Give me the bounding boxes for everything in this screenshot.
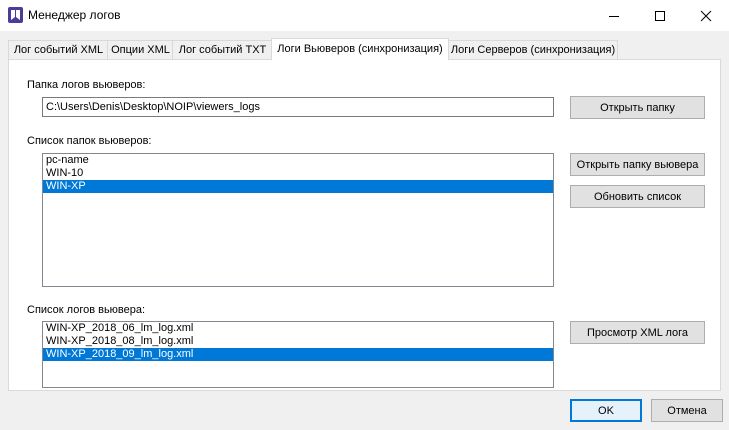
maximize-button[interactable] (637, 0, 683, 31)
close-button[interactable] (683, 0, 729, 31)
tab-label: Логи Вьюверов (синхронизация) (277, 43, 443, 55)
app-icon (8, 7, 23, 23)
open-viewer-folder-button[interactable]: Открыть папку вьювера (570, 153, 705, 176)
maximize-icon (655, 10, 665, 21)
folder-label: Папка логов вьюверов: (27, 79, 146, 91)
viewer-logs-label: Список логов вьювера: (27, 304, 146, 316)
tab-xml-options[interactable]: Опции XML (107, 40, 174, 59)
list-item-selected[interactable]: WIN-XP (43, 180, 553, 193)
open-folder-button[interactable]: Открыть папку (570, 96, 705, 119)
tab-label: Логи Серверов (синхронизация) (450, 44, 616, 56)
list-item-selected[interactable]: WIN-XP_2018_09_lm_log.xml (43, 348, 553, 361)
tab-viewer-logs[interactable]: Логи Вьюверов (синхронизация) (271, 38, 449, 60)
close-icon (700, 10, 712, 21)
title-bar: Менеджер логов (0, 0, 729, 31)
tab-txt-events[interactable]: Лог событий TXT (172, 40, 273, 59)
folder-path-input[interactable]: C:\Users\Denis\Desktop\NOIP\viewers_logs (42, 97, 554, 117)
tab-server-logs[interactable]: Логи Серверов (синхронизация) (448, 40, 618, 59)
minimize-button[interactable] (591, 0, 637, 31)
view-xml-log-button[interactable]: Просмотр XML лога (570, 321, 705, 344)
tab-label: Лог событий XML (13, 44, 104, 56)
window-title: Менеджер логов (28, 8, 121, 22)
viewer-logs-list[interactable]: WIN-XP_2018_06_lm_log.xml WIN-XP_2018_08… (42, 321, 554, 388)
minimize-icon (609, 15, 619, 17)
list-item[interactable]: pc-name (43, 154, 553, 167)
refresh-list-button[interactable]: Обновить список (570, 185, 705, 208)
tab-label: Опции XML (111, 44, 170, 56)
list-item[interactable]: WIN-XP_2018_08_lm_log.xml (43, 335, 553, 348)
cancel-button[interactable]: Отмена (651, 399, 723, 422)
tab-xml-events[interactable]: Лог событий XML (8, 40, 109, 59)
tab-label: Лог событий TXT (178, 44, 267, 56)
viewer-folders-list[interactable]: pc-name WIN-10 WIN-XP (42, 153, 554, 287)
viewer-folders-label: Список папок вьюверов: (27, 135, 152, 147)
list-item[interactable]: WIN-XP_2018_06_lm_log.xml (43, 322, 553, 335)
list-item[interactable]: WIN-10 (43, 167, 553, 180)
ok-button[interactable]: OK (570, 399, 642, 422)
